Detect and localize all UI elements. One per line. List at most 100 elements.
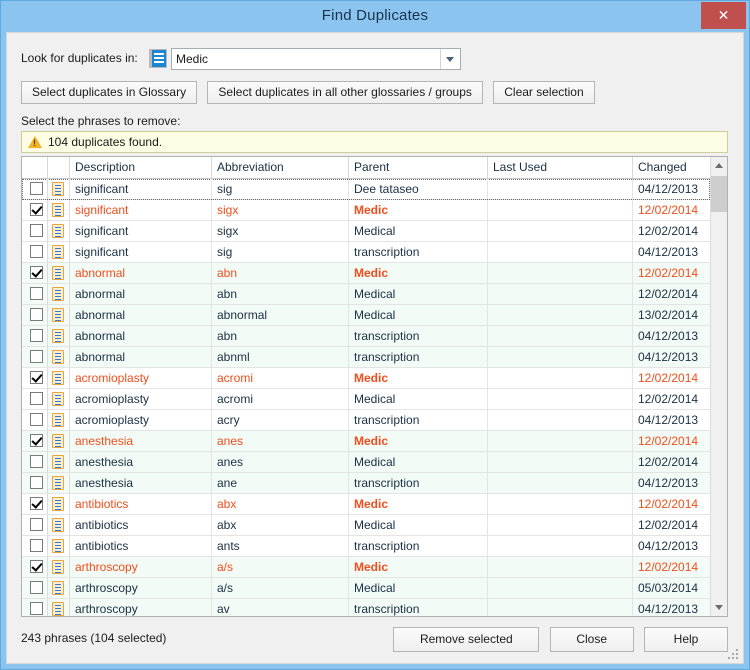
row-checkbox[interactable] [30, 245, 43, 258]
vertical-scrollbar-thumb[interactable] [711, 176, 727, 212]
row-checkbox-cell[interactable] [22, 578, 48, 598]
table-row[interactable]: significant sigx Medical 12/02/2014 [22, 221, 710, 242]
table-row[interactable]: anesthesia anes Medical 12/02/2014 [22, 452, 710, 473]
row-checkbox-cell[interactable] [22, 431, 48, 451]
table-row[interactable]: arthroscopy a/s Medic 12/02/2014 [22, 557, 710, 578]
table-row[interactable]: antibiotics abx Medic 12/02/2014 [22, 494, 710, 515]
row-checkbox[interactable] [30, 497, 43, 510]
close-dialog-button[interactable]: Close [549, 627, 634, 652]
grid-column-header-check[interactable] [22, 157, 48, 178]
row-checkbox[interactable] [30, 539, 43, 552]
row-checkbox[interactable] [30, 560, 43, 573]
cell-parent: Medical [349, 578, 488, 598]
phrase-document-icon [52, 182, 64, 196]
row-checkbox[interactable] [30, 455, 43, 468]
table-row[interactable]: acromioplasty acry transcription 04/12/2013 [22, 410, 710, 431]
table-row[interactable]: abnormal abnml transcription 04/12/2013 [22, 347, 710, 368]
table-row[interactable]: antibiotics ants transcription 04/12/2013 [22, 536, 710, 557]
row-checkbox-cell[interactable] [22, 452, 48, 472]
table-row[interactable]: significant sig transcription 04/12/2013 [22, 242, 710, 263]
cell-changed: 12/02/2014 [633, 389, 710, 409]
row-checkbox-cell[interactable] [22, 305, 48, 325]
cell-parent: transcription [349, 599, 488, 616]
remove-selected-button[interactable]: Remove selected [393, 627, 540, 652]
row-checkbox[interactable] [30, 581, 43, 594]
help-button[interactable]: Help [644, 627, 728, 652]
table-row[interactable]: significant sigx Medic 12/02/2014 [22, 200, 710, 221]
row-checkbox-cell[interactable] [22, 389, 48, 409]
table-row[interactable]: abnormal abn Medical 12/02/2014 [22, 284, 710, 305]
table-row[interactable]: anesthesia anes Medic 12/02/2014 [22, 431, 710, 452]
row-checkbox-cell[interactable] [22, 263, 48, 283]
row-checkbox[interactable] [30, 203, 43, 216]
row-checkbox-cell[interactable] [22, 557, 48, 577]
row-checkbox-cell[interactable] [22, 473, 48, 493]
row-checkbox-cell[interactable] [22, 368, 48, 388]
cell-parent: Medic [349, 557, 488, 577]
row-checkbox-cell[interactable] [22, 515, 48, 535]
table-row[interactable]: abnormal abn transcription 04/12/2013 [22, 326, 710, 347]
row-checkbox-cell[interactable] [22, 410, 48, 430]
row-checkbox-cell[interactable] [22, 221, 48, 241]
row-checkbox-cell[interactable] [22, 599, 48, 616]
row-checkbox[interactable] [30, 371, 43, 384]
row-checkbox-cell[interactable] [22, 347, 48, 367]
table-row[interactable]: antibiotics abx Medical 12/02/2014 [22, 515, 710, 536]
phrase-document-icon-cell [48, 578, 70, 598]
grid-column-header-changed[interactable]: Changed [633, 157, 715, 178]
clear-selection-button[interactable]: Clear selection [493, 81, 595, 104]
row-checkbox[interactable] [30, 287, 43, 300]
title-bar[interactable]: Find Duplicates ✕ [1, 1, 749, 32]
table-row[interactable]: arthroscopy av transcription 04/12/2013 [22, 599, 710, 616]
row-checkbox-cell[interactable] [22, 179, 48, 199]
scroll-up-button[interactable] [711, 157, 727, 174]
row-checkbox-cell[interactable] [22, 284, 48, 304]
phrase-document-icon-cell [48, 368, 70, 388]
cell-used [488, 515, 633, 535]
row-checkbox[interactable] [30, 602, 43, 615]
cell-abbr: abx [212, 515, 349, 535]
row-checkbox[interactable] [30, 392, 43, 405]
row-checkbox[interactable] [30, 266, 43, 279]
table-row[interactable]: anesthesia ane transcription 04/12/2013 [22, 473, 710, 494]
row-checkbox[interactable] [30, 308, 43, 321]
table-row[interactable]: abnormal abn Medic 12/02/2014 [22, 263, 710, 284]
row-checkbox[interactable] [30, 413, 43, 426]
table-row[interactable]: acromioplasty acromi Medical 12/02/2014 [22, 389, 710, 410]
glossary-combobox[interactable]: Medic [171, 48, 461, 70]
row-checkbox-cell[interactable] [22, 326, 48, 346]
grid-column-header-parent[interactable]: Parent [349, 157, 488, 178]
chevron-down-icon[interactable] [440, 49, 460, 69]
row-checkbox-cell[interactable] [22, 242, 48, 262]
row-checkbox[interactable] [30, 224, 43, 237]
row-checkbox[interactable] [30, 518, 43, 531]
row-checkbox[interactable] [30, 476, 43, 489]
grid-column-header-icon[interactable] [48, 157, 70, 178]
cell-used [488, 578, 633, 598]
row-checkbox-cell[interactable] [22, 494, 48, 514]
table-row[interactable]: significant sig Dee tataseo 04/12/2013 [22, 179, 710, 200]
close-button[interactable]: ✕ [701, 2, 746, 29]
table-row[interactable]: acromioplasty acromi Medic 12/02/2014 [22, 368, 710, 389]
select-duplicates-in-other-glossaries-button[interactable]: Select duplicates in all other glossarie… [207, 81, 483, 104]
resize-grip[interactable] [728, 649, 739, 660]
grid-column-header-used[interactable]: Last Used [488, 157, 633, 178]
row-checkbox[interactable] [30, 434, 43, 447]
table-row[interactable]: abnormal abnormal Medical 13/02/2014 [22, 305, 710, 326]
cell-changed: 12/02/2014 [633, 263, 710, 283]
table-row[interactable]: arthroscopy a/s Medical 05/03/2014 [22, 578, 710, 599]
grid-column-header-abbr[interactable]: Abbreviation [212, 157, 349, 178]
row-checkbox-cell[interactable] [22, 200, 48, 220]
cell-abbr: anes [212, 452, 349, 472]
grid-column-header-desc[interactable]: Description [70, 157, 212, 178]
row-checkbox-cell[interactable] [22, 536, 48, 556]
vertical-scrollbar[interactable] [710, 157, 727, 616]
row-checkbox[interactable] [30, 329, 43, 342]
row-checkbox[interactable] [30, 350, 43, 363]
cell-desc: abnormal [70, 263, 212, 283]
select-duplicates-in-glossary-button[interactable]: Select duplicates in Glossary [21, 81, 198, 104]
row-checkbox[interactable] [30, 182, 43, 195]
scroll-down-button[interactable] [711, 599, 727, 616]
grid-body[interactable]: significant sig Dee tataseo 04/12/2013 signi… [22, 179, 710, 616]
cell-desc: antibiotics [70, 536, 212, 556]
